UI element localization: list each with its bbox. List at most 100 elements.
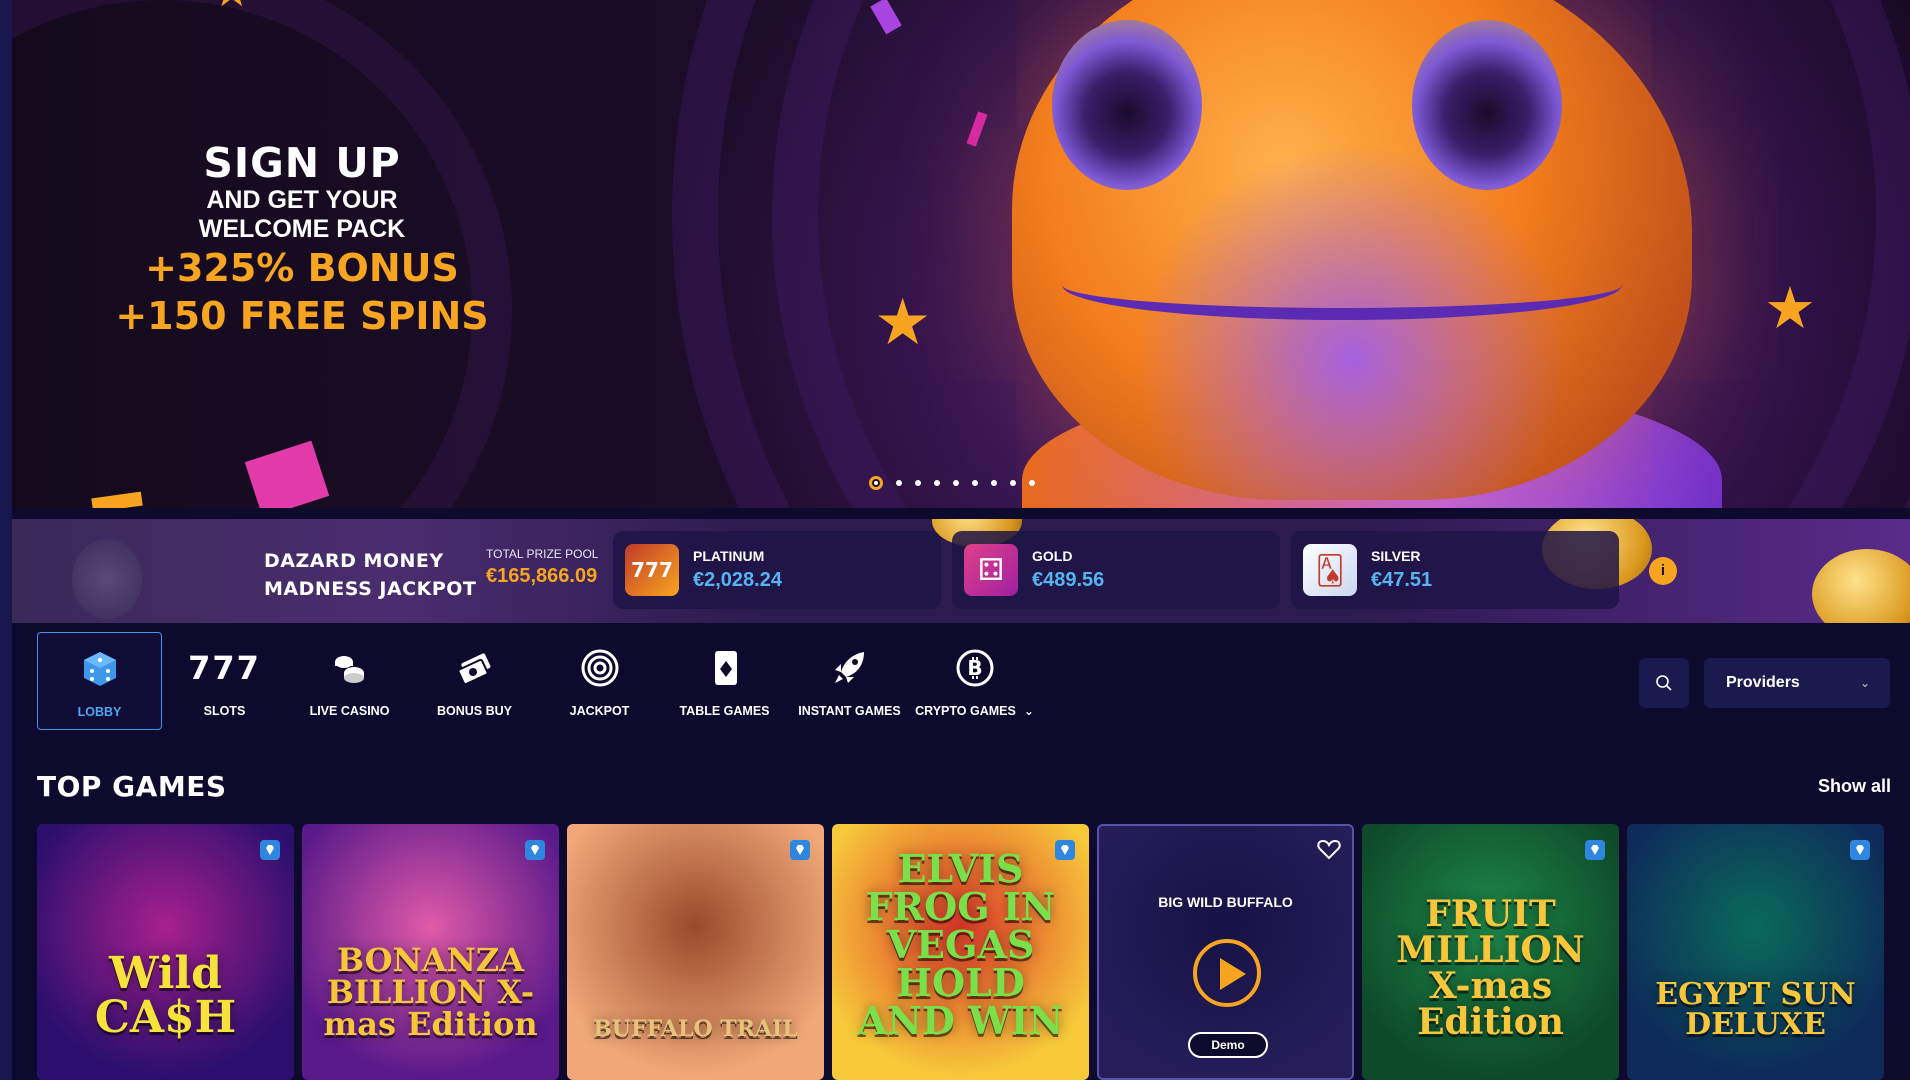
top-games-row: Wild CA$H BONANZA BILLION X-mas Edition BU…: [37, 824, 1884, 1080]
game-card[interactable]: EGYPT SUN DELUXE: [1627, 824, 1884, 1080]
category-jackpot[interactable]: JACKPOT: [537, 632, 662, 730]
jackpot-title-line2: MADNESS JACKPOT: [264, 578, 477, 600]
category-nav: LOBBY 777 SLOTS LIVE CASINO BONUS BUY JA…: [37, 632, 1037, 730]
game-card[interactable]: ELVIS FROG IN VEGAS HOLD AND WIN: [832, 824, 1089, 1080]
hero-subtitle-line2: WELCOME PACK: [198, 215, 406, 243]
game-card[interactable]: BONANZA BILLION X-mas Edition: [302, 824, 559, 1080]
bitcoin-icon: B: [955, 649, 995, 687]
tier-value: €489.56: [1032, 569, 1105, 591]
favorite-heart-icon[interactable]: [1316, 836, 1342, 862]
show-all-link[interactable]: Show all: [1818, 776, 1891, 797]
play-button[interactable]: [1193, 939, 1261, 1007]
game-card[interactable]: BIG WILD BUFFALO Demo: [1097, 824, 1354, 1080]
jackpot-title-line1: DAZARD MONEY: [264, 550, 444, 572]
diamond-badge-icon: [260, 840, 280, 860]
left-rail: [0, 0, 12, 1080]
carousel-dot[interactable]: [934, 480, 940, 486]
target-icon: [580, 649, 620, 687]
dice-icon: ⚃: [964, 544, 1018, 596]
category-label: INSTANT GAMES: [798, 704, 901, 718]
slots-777-icon: 777: [188, 649, 261, 687]
carousel-dot[interactable]: [972, 480, 978, 486]
coin-decoration: [72, 539, 142, 619]
pool-label: TOTAL PRIZE POOL: [486, 547, 599, 561]
pool-value: €165,866.09: [486, 565, 598, 587]
jackpot-tier-gold: ⚃ GOLD €489.56: [952, 531, 1280, 609]
dice-icon: [80, 651, 120, 687]
tier-name: SILVER: [1371, 548, 1421, 564]
search-button[interactable]: [1639, 658, 1689, 708]
playing-card-icon: [705, 650, 745, 686]
jackpot-info-button[interactable]: i: [1649, 557, 1677, 585]
diamond-badge-icon: [1850, 840, 1870, 860]
coin-decoration: [1812, 549, 1910, 623]
game-card-title: EGYPT SUN DELUXE: [1655, 977, 1856, 1042]
rocket-icon: [830, 650, 870, 686]
live-casino-icon: [330, 650, 370, 686]
category-label: TABLE GAMES: [679, 704, 770, 718]
gecko-eye-right: [1412, 20, 1562, 190]
category-live-casino[interactable]: LIVE CASINO: [287, 632, 412, 730]
category-bonus-buy[interactable]: BONUS BUY: [412, 632, 537, 730]
category-label: BONUS BUY: [436, 704, 512, 718]
demo-button[interactable]: Demo: [1188, 1032, 1268, 1058]
jackpot-tier-platinum: 777 PLATINUM €2,028.24: [613, 531, 941, 609]
hero-bonus-line2: +150 FREE SPINS: [115, 294, 489, 338]
jackpot-pool: TOTAL PRIZE POOL €165,866.09: [486, 547, 598, 588]
carousel-dots: [869, 476, 1035, 490]
category-label: CRYPTO GAMES ⌄: [915, 704, 1034, 718]
carousel-dot[interactable]: [915, 480, 921, 486]
hero-subtitle-line1: AND GET YOUR: [206, 186, 398, 214]
game-card[interactable]: Wild CA$H: [37, 824, 294, 1080]
gecko-eye-left: [1052, 20, 1202, 190]
carousel-dot[interactable]: [869, 476, 883, 490]
star-decoration: ★: [874, 286, 932, 358]
jackpot-tier-silver: 🂡 SILVER €47.51: [1291, 531, 1619, 609]
jackpot-title: DAZARD MONEY MADNESS JACKPOT: [264, 547, 476, 603]
tier-value: €47.51: [1371, 569, 1433, 591]
diamond-badge-icon: [790, 840, 810, 860]
carousel-dot[interactable]: [1010, 480, 1016, 486]
section-title-top-games: TOP GAMES: [37, 770, 227, 803]
providers-dropdown[interactable]: Providers ⌄: [1704, 658, 1890, 708]
carousel-dot[interactable]: [1029, 480, 1035, 486]
game-card-title: BUFFALO TRAIL: [593, 1016, 798, 1042]
category-label: JACKPOT: [569, 704, 630, 718]
category-table-games[interactable]: TABLE GAMES: [662, 632, 787, 730]
hero-banner[interactable]: ★ ★ ★ SIGN UP AND GET YOUR WELCOME PACK …: [12, 0, 1910, 508]
category-label: LOBBY: [77, 705, 122, 719]
jackpot-bar: DAZARD MONEY MADNESS JACKPOT TOTAL PRIZE…: [12, 519, 1910, 623]
providers-label: Providers: [1726, 674, 1800, 691]
carousel-dot[interactable]: [896, 480, 902, 486]
bonus-buy-icon: [455, 650, 495, 686]
category-crypto-games[interactable]: B CRYPTO GAMES ⌄: [912, 632, 1037, 730]
gecko-mouth: [1062, 250, 1622, 320]
diamond-badge-icon: [1055, 840, 1075, 860]
svg-text:B: B: [967, 656, 982, 680]
game-card[interactable]: FRUIT MILLION X-mas Edition: [1362, 824, 1619, 1080]
search-icon: [1656, 675, 1672, 691]
game-card-title: FRUIT MILLION X-mas Edition: [1396, 893, 1585, 1043]
category-label-text: CRYPTO GAMES: [915, 704, 1016, 718]
category-slots[interactable]: 777 SLOTS: [162, 632, 287, 730]
hero-title: SIGN UP: [203, 139, 401, 187]
carousel-dot[interactable]: [953, 480, 959, 486]
star-decoration: ★: [212, 0, 251, 14]
chevron-down-icon: ⌄: [1859, 676, 1870, 690]
category-lobby[interactable]: LOBBY: [37, 632, 162, 730]
diamond-badge-icon: [525, 840, 545, 860]
slot-777-icon: 777: [625, 544, 679, 596]
category-instant-games[interactable]: INSTANT GAMES: [787, 632, 912, 730]
carousel-dot[interactable]: [991, 480, 997, 486]
game-card-title: ELVIS FROG IN VEGAS HOLD AND WIN: [857, 846, 1064, 1043]
game-card-title: Wild CA$H: [94, 948, 237, 1043]
game-card-title: BONANZA BILLION X-mas Edition: [323, 941, 538, 1043]
game-card[interactable]: BUFFALO TRAIL: [567, 824, 824, 1080]
chevron-down-icon: ⌄: [1023, 704, 1034, 718]
category-label: LIVE CASINO: [309, 704, 390, 718]
cards-icon: 🂡: [1303, 544, 1357, 596]
tier-name: PLATINUM: [693, 548, 765, 564]
hero-promo-text: SIGN UP AND GET YOUR WELCOME PACK +325% …: [112, 140, 492, 340]
tier-value: €2,028.24: [693, 569, 782, 591]
star-decoration: ★: [1764, 276, 1816, 341]
